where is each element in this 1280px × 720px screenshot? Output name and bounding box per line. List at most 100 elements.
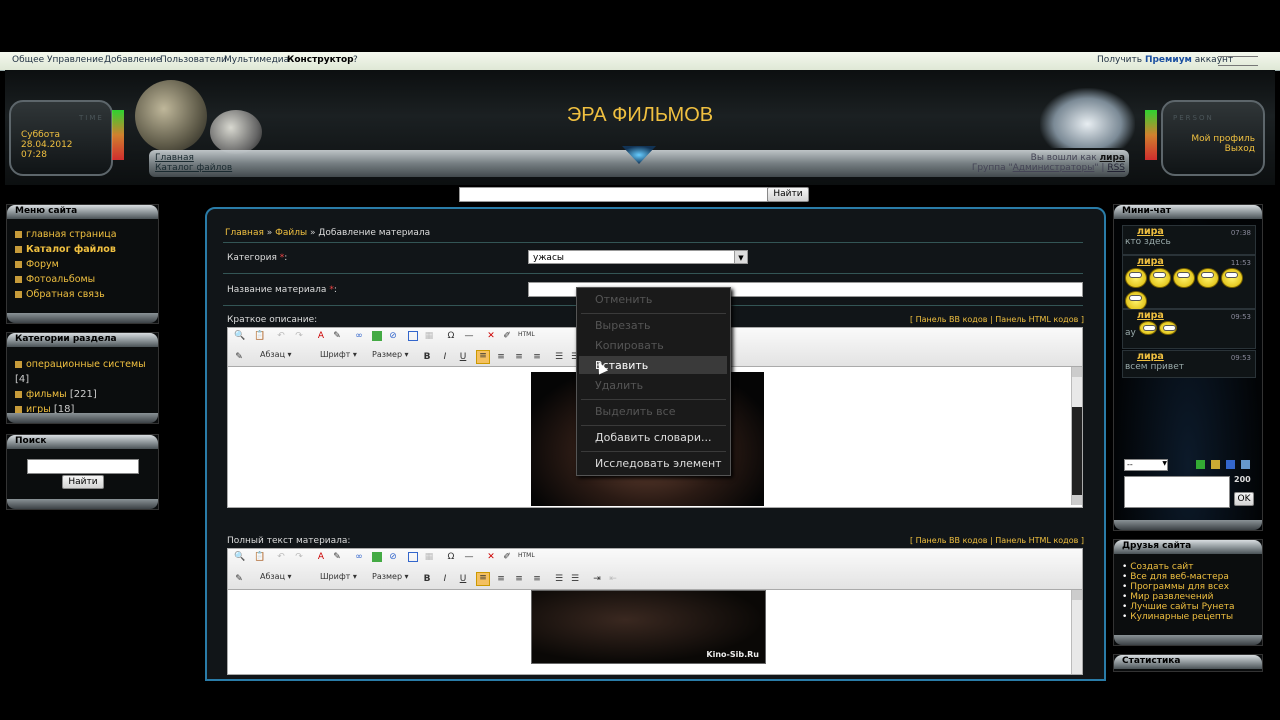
top-search-input[interactable]: [459, 187, 768, 202]
table-icon[interactable]: [408, 552, 418, 562]
align-center-icon[interactable]: ≡: [496, 574, 506, 584]
group-link[interactable]: Администраторы: [1013, 163, 1095, 173]
cleanup-icon[interactable]: ✐: [502, 331, 512, 341]
undo-icon[interactable]: ↶: [276, 331, 286, 341]
chat-user[interactable]: лира: [1137, 310, 1164, 321]
html-icon[interactable]: HTML: [518, 330, 535, 340]
scroll-thumb[interactable]: [1072, 407, 1082, 495]
chat-user[interactable]: лира: [1137, 226, 1164, 237]
bold-icon[interactable]: B: [422, 352, 432, 362]
align-center-icon[interactable]: ≡: [496, 352, 506, 362]
chat-smiley-select[interactable]: -- ▼: [1124, 459, 1168, 471]
ctx-undo[interactable]: Отменить: [595, 293, 652, 306]
admin-menu-multimedia[interactable]: Мультимедиа: [224, 55, 289, 65]
profile-link[interactable]: Мой профиль: [1191, 134, 1255, 144]
chat-message-input[interactable]: [1124, 476, 1230, 508]
underline-icon[interactable]: U: [458, 574, 468, 584]
ctx-inspect[interactable]: Исследовать элемент: [595, 457, 722, 470]
table-edit-icon[interactable]: ▦: [424, 331, 434, 341]
admin-menu-manage[interactable]: Управление: [47, 55, 103, 65]
scroll-up-icon[interactable]: ▲: [1072, 367, 1082, 377]
align-right-icon[interactable]: ≡: [514, 574, 524, 584]
breadcrumb-home[interactable]: Главная: [225, 228, 264, 238]
editor-scrollbar-2[interactable]: ▲: [1071, 590, 1082, 674]
logout-link[interactable]: Выход: [1191, 144, 1255, 154]
ctx-copy[interactable]: Копировать: [595, 339, 664, 352]
admin-menu-add[interactable]: Добавление: [104, 55, 161, 65]
table-icon[interactable]: [408, 331, 418, 341]
full-text-editor[interactable]: Kino-Sib.Ru ▲: [227, 589, 1083, 675]
menu-item-feedback[interactable]: Обратная связь: [26, 289, 105, 300]
media-icon[interactable]: ⊘: [388, 331, 398, 341]
size-select[interactable]: Размер ▾: [372, 572, 416, 581]
paragraph-select[interactable]: Абзац ▾: [260, 350, 308, 359]
scroll-down-icon[interactable]: ▼: [1072, 495, 1082, 505]
ctx-select-all[interactable]: Выделить все: [595, 405, 675, 418]
friend-link-recipes[interactable]: Кулинарные рецепты: [1130, 612, 1233, 622]
nav-files-link[interactable]: Каталог файлов: [155, 163, 232, 173]
chevron-down-icon[interactable]: ▼: [734, 251, 747, 263]
edit-icon[interactable]: ✎: [234, 574, 244, 584]
friend-link-best-sites[interactable]: Лучшие сайты Рунета: [1130, 602, 1234, 612]
ordered-list-icon[interactable]: ☰: [554, 352, 564, 362]
highlight-icon[interactable]: ✎: [332, 331, 342, 341]
outdent-icon[interactable]: ⇤: [608, 574, 618, 584]
bullet-list-icon[interactable]: ☰: [570, 574, 580, 584]
username-link[interactable]: лира: [1100, 153, 1125, 163]
italic-icon[interactable]: I: [440, 574, 450, 584]
rss-link[interactable]: RSS: [1107, 163, 1125, 173]
link-icon[interactable]: ∞: [354, 331, 364, 341]
align-left-icon[interactable]: ≡: [476, 350, 490, 364]
admin-menu-general[interactable]: Общее: [12, 55, 44, 65]
undo-icon[interactable]: ↶: [276, 552, 286, 562]
paragraph-select[interactable]: Абзац ▾: [260, 572, 308, 581]
redo-icon[interactable]: ↷: [294, 552, 304, 562]
chat-ok-button[interactable]: OK: [1234, 492, 1254, 506]
media-icon[interactable]: ⊘: [388, 552, 398, 562]
side-search-input[interactable]: [27, 459, 139, 474]
smiley-list-icon[interactable]: [1211, 460, 1220, 469]
align-left-icon[interactable]: ≡: [476, 572, 490, 586]
image-icon[interactable]: [372, 331, 382, 341]
paste-icon[interactable]: 📋: [254, 331, 265, 341]
admin-menu-constructor[interactable]: Конструктор: [287, 55, 354, 65]
friend-link-programs[interactable]: Программы для всех: [1130, 582, 1229, 592]
scroll-up-icon[interactable]: ▲: [1072, 590, 1082, 600]
chat-user[interactable]: лира: [1137, 256, 1164, 267]
font-select[interactable]: Шрифт ▾: [320, 572, 368, 581]
special-char-icon[interactable]: Ω: [446, 552, 456, 562]
admin-menu-help[interactable]: ?: [353, 55, 358, 65]
friend-link-webmaster[interactable]: Все для веб-мастера: [1130, 572, 1229, 582]
size-select[interactable]: Размер ▾: [372, 350, 416, 359]
category-select[interactable]: ужасы ▼: [528, 250, 748, 264]
link-icon[interactable]: ∞: [354, 552, 364, 562]
menu-item-photos[interactable]: Фотоальбомы: [26, 274, 95, 285]
premium-link[interactable]: Получить Премиум аккаунт: [1097, 55, 1233, 65]
hr-icon[interactable]: —: [464, 552, 474, 562]
special-char-icon[interactable]: Ω: [446, 331, 456, 341]
ordered-list-icon[interactable]: ☰: [554, 574, 564, 584]
side-search-button[interactable]: Найти: [62, 475, 104, 489]
edit-icon[interactable]: ✎: [234, 352, 244, 362]
friend-link-entertainment[interactable]: Мир развлечений: [1130, 592, 1213, 602]
category-films-link[interactable]: фильмы: [26, 389, 67, 400]
nav-home-link[interactable]: Главная: [155, 153, 232, 163]
html-icon[interactable]: HTML: [518, 551, 535, 561]
bold-icon[interactable]: B: [422, 574, 432, 584]
search-icon[interactable]: 🔍: [234, 331, 245, 341]
font-color-icon[interactable]: A: [316, 552, 326, 562]
friend-link-create-site[interactable]: Создать сайт: [1130, 562, 1193, 572]
clear-format-icon[interactable]: ✕: [486, 552, 496, 562]
menu-item-forum[interactable]: Форум: [26, 259, 59, 270]
indent-icon[interactable]: ⇥: [592, 574, 602, 584]
top-search-button[interactable]: Найти: [767, 187, 809, 202]
chat-user[interactable]: лира: [1137, 351, 1164, 362]
ctx-cut[interactable]: Вырезать: [595, 319, 650, 332]
cleanup-icon[interactable]: ✐: [502, 552, 512, 562]
hr-icon[interactable]: —: [464, 331, 474, 341]
category-os-link[interactable]: операционные системы: [26, 359, 146, 370]
breadcrumb-files[interactable]: Файлы: [275, 228, 307, 238]
align-justify-icon[interactable]: ≡: [532, 352, 542, 362]
full-text-panel-links[interactable]: [ Панель BB кодов | Панель HTML кодов ]: [910, 536, 1084, 545]
editor-scrollbar[interactable]: ▲ ▼: [1071, 367, 1082, 505]
